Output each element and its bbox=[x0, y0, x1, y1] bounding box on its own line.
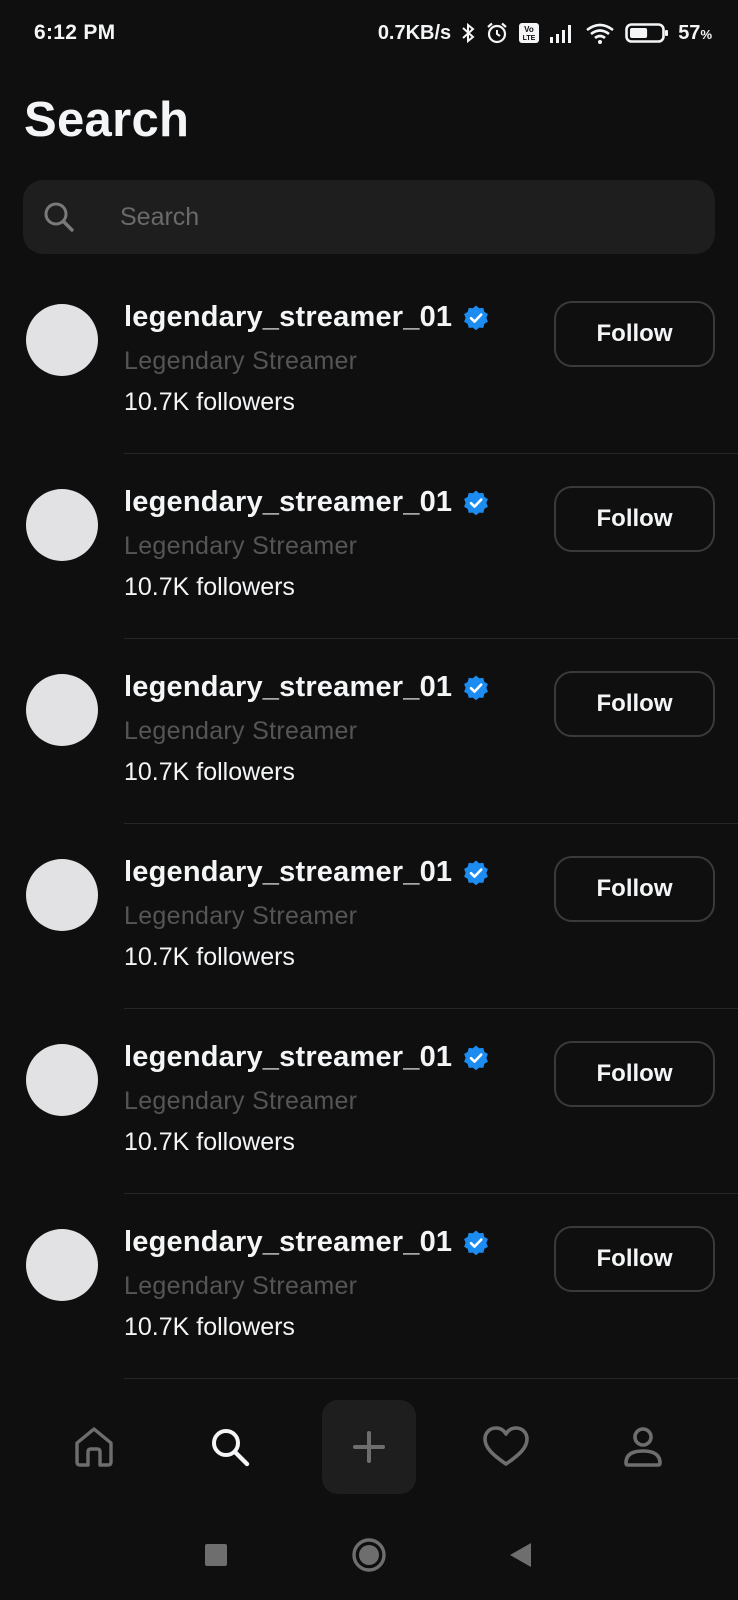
display-name: Legendary Streamer bbox=[124, 532, 358, 560]
battery-percent-unit: % bbox=[700, 26, 712, 42]
search-icon bbox=[44, 202, 74, 232]
verified-badge-icon bbox=[464, 490, 489, 515]
nav-activity[interactable] bbox=[459, 1400, 553, 1494]
nav-profile[interactable] bbox=[596, 1400, 690, 1494]
avatar[interactable] bbox=[26, 1229, 98, 1301]
verified-badge-icon bbox=[464, 860, 489, 885]
system-nav-bar bbox=[0, 1520, 738, 1590]
recents-icon bbox=[205, 1544, 227, 1566]
battery-icon bbox=[625, 23, 669, 43]
follow-button[interactable]: Follow bbox=[554, 671, 715, 737]
home-icon bbox=[75, 1427, 113, 1467]
nav-create[interactable] bbox=[322, 1400, 416, 1494]
search-bar[interactable] bbox=[23, 180, 715, 254]
status-icons: 0.7KB/s Vo LTE 57% bbox=[378, 18, 712, 48]
username-line: legendary_streamer_01 bbox=[124, 486, 490, 519]
follow-button[interactable]: Follow bbox=[554, 486, 715, 552]
network-speed: 0.7KB/s bbox=[377, 21, 452, 44]
username-line: legendary_streamer_01 bbox=[124, 1226, 490, 1259]
svg-text:LTE: LTE bbox=[523, 35, 536, 42]
nav-home[interactable] bbox=[47, 1400, 141, 1494]
divider bbox=[124, 638, 738, 639]
follower-count: 10.7K followers bbox=[124, 1313, 295, 1341]
bottom-nav bbox=[0, 1400, 738, 1494]
page-title: Search bbox=[24, 93, 190, 147]
heart-icon bbox=[483, 1426, 529, 1466]
display-name: Legendary Streamer bbox=[124, 902, 358, 930]
list-item[interactable]: legendary_streamer_01 Legendary Streamer… bbox=[0, 470, 738, 655]
username-line: legendary_streamer_01 bbox=[124, 671, 490, 704]
follower-count: 10.7K followers bbox=[124, 388, 295, 416]
username-line: legendary_streamer_01 bbox=[124, 1041, 490, 1074]
divider bbox=[124, 1008, 738, 1009]
battery-percent: 57% bbox=[678, 22, 712, 45]
divider bbox=[124, 823, 738, 824]
username[interactable]: legendary_streamer_01 bbox=[124, 1226, 452, 1259]
follower-count: 10.7K followers bbox=[124, 758, 295, 786]
avatar[interactable] bbox=[26, 859, 98, 931]
username[interactable]: legendary_streamer_01 bbox=[124, 301, 452, 334]
username[interactable]: legendary_streamer_01 bbox=[124, 671, 452, 704]
search-icon bbox=[212, 1429, 250, 1467]
divider bbox=[124, 453, 738, 454]
search-input[interactable] bbox=[99, 180, 699, 254]
alarm-icon bbox=[487, 22, 507, 44]
list-item[interactable]: legendary_streamer_01 Legendary Streamer… bbox=[0, 840, 738, 1025]
avatar[interactable] bbox=[26, 1044, 98, 1116]
follower-count: 10.7K followers bbox=[124, 1128, 295, 1156]
verified-badge-icon bbox=[464, 675, 489, 700]
bluetooth-icon bbox=[462, 22, 475, 44]
avatar[interactable] bbox=[26, 304, 98, 376]
list-item[interactable]: legendary_streamer_01 Legendary Streamer… bbox=[0, 655, 738, 840]
status-time: 6:12 PM bbox=[34, 21, 116, 44]
username-line: legendary_streamer_01 bbox=[124, 301, 490, 334]
wifi-icon bbox=[586, 23, 614, 44]
list-item[interactable]: legendary_streamer_01 Legendary Streamer… bbox=[0, 1210, 738, 1395]
follow-button[interactable]: Follow bbox=[554, 856, 715, 922]
home-icon bbox=[352, 1538, 386, 1572]
search-results-list: legendary_streamer_01 Legendary Streamer… bbox=[0, 285, 738, 1395]
battery-percent-value: 57 bbox=[678, 21, 701, 44]
list-item[interactable]: legendary_streamer_01 Legendary Streamer… bbox=[0, 285, 738, 470]
follower-count: 10.7K followers bbox=[124, 943, 295, 971]
verified-badge-icon bbox=[464, 305, 489, 330]
username-line: legendary_streamer_01 bbox=[124, 856, 490, 889]
username[interactable]: legendary_streamer_01 bbox=[124, 856, 452, 889]
username[interactable]: legendary_streamer_01 bbox=[124, 486, 452, 519]
follow-button[interactable]: Follow bbox=[554, 1226, 715, 1292]
display-name: Legendary Streamer bbox=[124, 1087, 358, 1115]
nav-search[interactable] bbox=[183, 1400, 277, 1494]
status-bar: 6:12 PM 0.7KB/s Vo LTE 57% bbox=[0, 0, 738, 66]
display-name: Legendary Streamer bbox=[124, 1272, 358, 1300]
sys-home-button[interactable] bbox=[349, 1535, 389, 1575]
profile-icon bbox=[624, 1427, 662, 1467]
follow-button[interactable]: Follow bbox=[554, 301, 715, 367]
signal-icon bbox=[550, 25, 572, 43]
svg-text:Vo: Vo bbox=[524, 25, 534, 34]
display-name: Legendary Streamer bbox=[124, 347, 358, 375]
sys-back-button[interactable] bbox=[500, 1535, 540, 1575]
display-name: Legendary Streamer bbox=[124, 717, 358, 745]
list-item[interactable]: legendary_streamer_01 Legendary Streamer… bbox=[0, 1025, 738, 1210]
verified-badge-icon bbox=[464, 1045, 489, 1070]
divider bbox=[124, 1193, 738, 1194]
plus-icon bbox=[353, 1431, 385, 1463]
avatar[interactable] bbox=[26, 489, 98, 561]
follow-button[interactable]: Follow bbox=[554, 1041, 715, 1107]
sys-recents-button[interactable] bbox=[196, 1535, 236, 1575]
volte-icon: Vo LTE bbox=[519, 23, 540, 43]
follower-count: 10.7K followers bbox=[124, 573, 295, 601]
back-icon bbox=[510, 1543, 531, 1567]
divider bbox=[124, 1378, 738, 1379]
username[interactable]: legendary_streamer_01 bbox=[124, 1041, 452, 1074]
verified-badge-icon bbox=[464, 1230, 489, 1255]
avatar[interactable] bbox=[26, 674, 98, 746]
